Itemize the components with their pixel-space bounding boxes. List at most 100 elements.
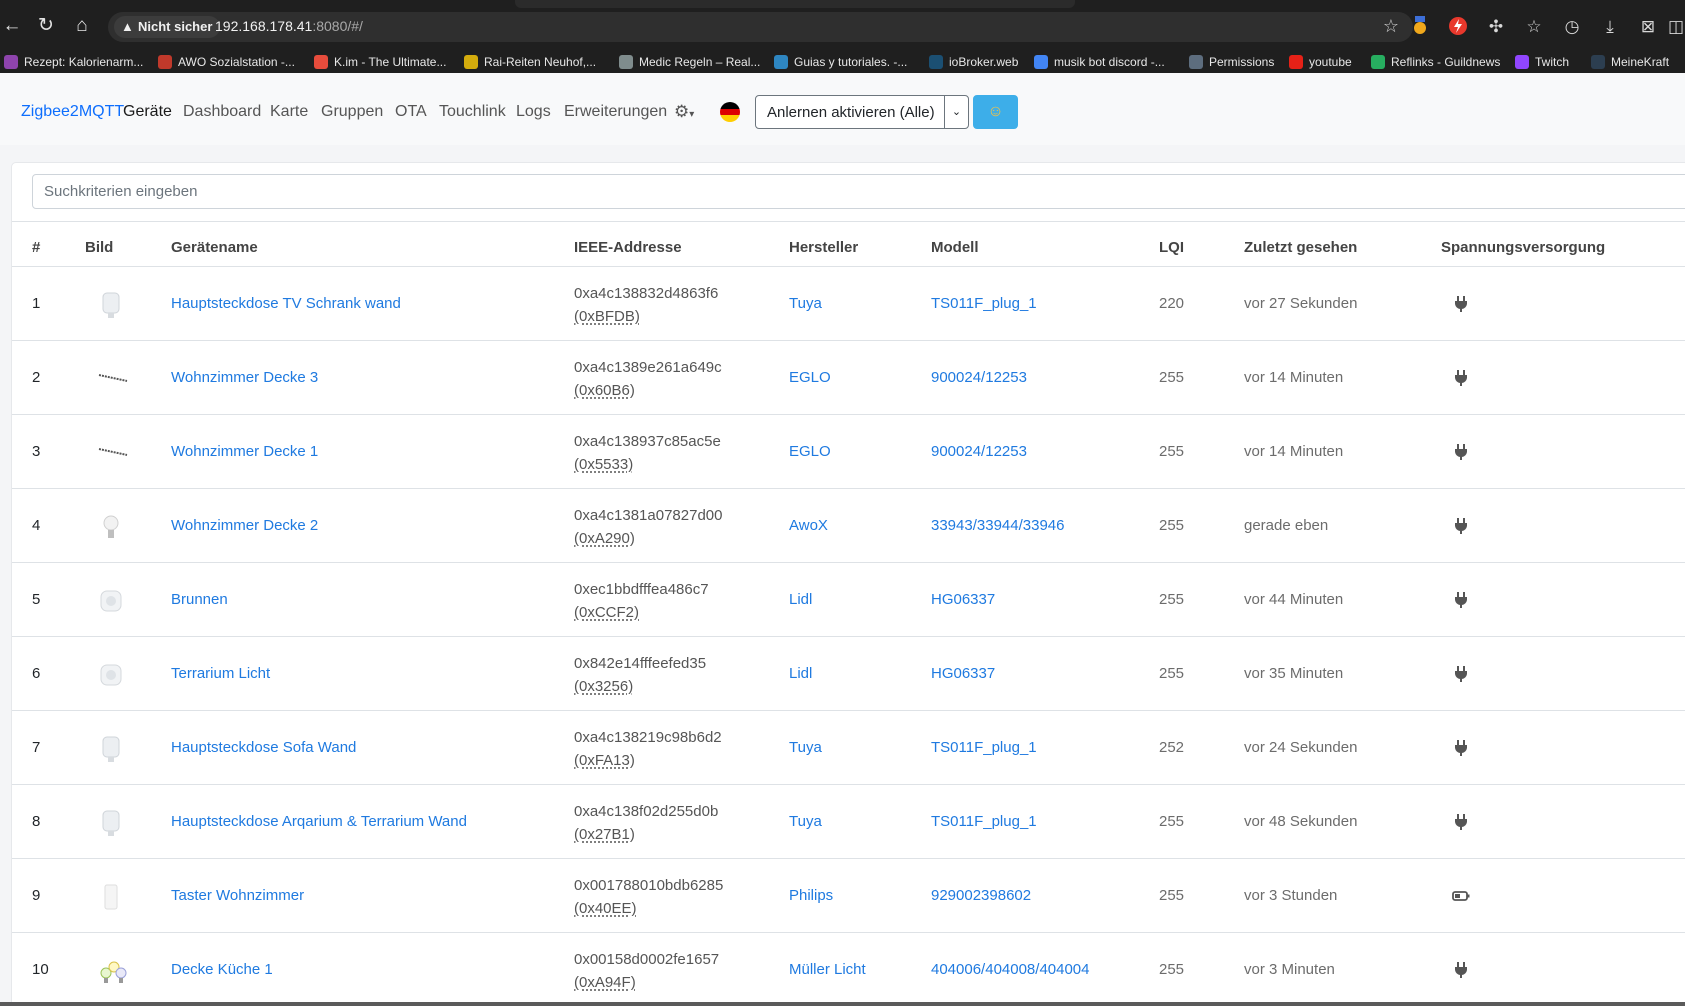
- url-text[interactable]: 192.168.178.41:8080/#/: [215, 18, 363, 34]
- column-header-image[interactable]: Bild: [85, 239, 113, 256]
- model-link[interactable]: TS011F_plug_1: [931, 739, 1037, 756]
- ieee-address: 0xa4c138937c85ac5e (0x5533): [574, 430, 721, 476]
- bookmark-item[interactable]: Medic Regeln – Real...: [619, 54, 760, 71]
- model-link[interactable]: 900024/12253: [931, 443, 1027, 460]
- bookmark-favicon: [464, 55, 478, 69]
- reload-icon[interactable]: ↻: [34, 14, 58, 38]
- device-name-link[interactable]: Hauptsteckdose Arqarium & Terrarium Wand: [171, 813, 467, 830]
- ieee-address-value: 0x001788010bdb6285: [574, 877, 724, 894]
- device-name-link[interactable]: Wohnzimmer Decke 2: [171, 517, 318, 534]
- model-link[interactable]: HG06337: [931, 665, 995, 682]
- column-header-model[interactable]: Modell: [931, 239, 979, 256]
- device-name-link[interactable]: Terrarium Licht: [171, 665, 270, 682]
- column-header-power[interactable]: Spannungsversorgung: [1441, 239, 1605, 256]
- device-name-link[interactable]: Taster Wohnzimmer: [171, 887, 304, 904]
- vendor-link[interactable]: AwoX: [789, 517, 828, 534]
- vendor-link[interactable]: Lidl: [789, 665, 812, 682]
- vendor-link[interactable]: Lidl: [789, 591, 812, 608]
- device-name-link[interactable]: Brunnen: [171, 591, 228, 608]
- vendor-link[interactable]: Müller Licht: [789, 961, 866, 978]
- vendor-link[interactable]: Tuya: [789, 295, 822, 312]
- bookmark-favicon: [1371, 55, 1385, 69]
- nav-link-logs[interactable]: Logs: [516, 103, 551, 121]
- lqi-value: 255: [1159, 591, 1185, 608]
- bookmark-favicon: [929, 55, 943, 69]
- model-link[interactable]: 33943/33944/33946: [931, 517, 1064, 534]
- bookmark-item[interactable]: youtube: [1289, 54, 1352, 71]
- model-link[interactable]: TS011F_plug_1: [931, 813, 1037, 830]
- nav-link-map[interactable]: Karte: [270, 103, 308, 121]
- favorites-icon[interactable]: ☆: [1523, 16, 1545, 38]
- vendor-link[interactable]: EGLO: [789, 369, 831, 386]
- security-chip[interactable]: ▲ Nicht sicher: [114, 16, 221, 38]
- nav-link-touchlink[interactable]: Touchlink: [439, 103, 506, 121]
- downloads-icon[interactable]: ⤓: [1599, 16, 1621, 38]
- vendor-link[interactable]: Tuya: [789, 813, 822, 830]
- bookmark-item[interactable]: K.im - The Ultimate...: [314, 54, 446, 71]
- network-address: (0xA94F): [574, 974, 636, 991]
- network-address: (0x3256): [574, 678, 634, 695]
- model-link[interactable]: 929002398602: [931, 887, 1031, 904]
- device-name-link[interactable]: Hauptsteckdose TV Schrank wand: [171, 295, 401, 312]
- model-link[interactable]: HG06337: [931, 591, 995, 608]
- column-header-number[interactable]: #: [32, 239, 40, 256]
- device-name-link[interactable]: Wohnzimmer Decke 3: [171, 369, 318, 386]
- permit-join-button[interactable]: Anlernen aktivieren (Alle) ⌄: [755, 95, 969, 129]
- nav-link-ota[interactable]: OTA: [395, 103, 427, 121]
- column-header-vendor[interactable]: Hersteller: [789, 239, 858, 256]
- nav-link-extensions[interactable]: Erweiterungen: [564, 103, 667, 121]
- column-header-name[interactable]: Gerätename: [171, 239, 258, 256]
- bookmark-item[interactable]: AWO Sozialstation -...: [158, 54, 295, 71]
- address-bar[interactable]: ▲ Nicht sicher 192.168.178.41:8080/#/ ☆: [108, 12, 1413, 42]
- vendor-link[interactable]: EGLO: [789, 443, 831, 460]
- column-header-last-seen[interactable]: Zuletzt gesehen: [1244, 239, 1357, 256]
- vendor-link[interactable]: Philips: [789, 887, 833, 904]
- extension-red-icon[interactable]: [1447, 16, 1469, 38]
- network-address: (0x27B1): [574, 826, 635, 843]
- bookmark-item[interactable]: MeineKraft: [1591, 54, 1669, 71]
- last-seen-value: vor 14 Minuten: [1244, 443, 1344, 460]
- extensions-puzzle-icon[interactable]: ✣: [1485, 16, 1507, 38]
- last-seen-value: vor 44 Minuten: [1244, 591, 1344, 608]
- language-flag-icon[interactable]: [720, 102, 740, 122]
- bookmark-item[interactable]: Rai-Reiten Neuhof,...: [464, 54, 596, 71]
- column-header-lqi[interactable]: LQI: [1159, 239, 1184, 256]
- extension-badge-icon[interactable]: [1409, 16, 1431, 38]
- bookmark-star-icon[interactable]: ☆: [1383, 16, 1399, 37]
- model-link[interactable]: 900024/12253: [931, 369, 1027, 386]
- screenshot-icon[interactable]: ⊠: [1637, 16, 1659, 38]
- settings-dropdown[interactable]: ⚙▾: [674, 102, 694, 122]
- bookmark-label: AWO Sozialstation -...: [178, 55, 295, 69]
- nav-link-devices[interactable]: Geräte: [123, 103, 172, 121]
- active-tab[interactable]: [515, 0, 1075, 8]
- bookmark-item[interactable]: ioBroker.web: [929, 54, 1018, 71]
- sidebar-icon[interactable]: ◫: [1665, 16, 1685, 38]
- device-name-link[interactable]: Hauptsteckdose Sofa Wand: [171, 739, 356, 756]
- column-header-ieee[interactable]: IEEE-Addresse: [574, 239, 682, 256]
- home-icon[interactable]: ⌂: [70, 14, 94, 38]
- model-link[interactable]: TS011F_plug_1: [931, 295, 1037, 312]
- history-icon[interactable]: ◷: [1561, 16, 1583, 38]
- brand-link[interactable]: Zigbee2MQTT: [21, 103, 124, 121]
- lqi-value: 220: [1159, 295, 1185, 312]
- device-image: [98, 513, 124, 541]
- bookmark-item[interactable]: Rezept: Kalorienarm...: [4, 54, 143, 71]
- bookmark-item[interactable]: Permissions: [1189, 54, 1274, 71]
- bookmark-item[interactable]: musik bot discord -...: [1034, 54, 1165, 71]
- bookmark-item[interactable]: Reflinks - Guildnews: [1371, 54, 1500, 71]
- device-name-link[interactable]: Wohnzimmer Decke 1: [171, 443, 318, 460]
- bookmark-item[interactable]: Twitch: [1515, 54, 1569, 71]
- vendor-link[interactable]: Tuya: [789, 739, 822, 756]
- window-bottom-edge: [0, 1002, 1685, 1006]
- back-icon[interactable]: ←: [0, 14, 24, 38]
- search-input[interactable]: [32, 174, 1685, 209]
- nav-link-groups[interactable]: Gruppen: [321, 103, 383, 121]
- device-image: [98, 439, 128, 467]
- device-name-link[interactable]: Decke Küche 1: [171, 961, 273, 978]
- model-link[interactable]: 404006/404008/404004: [931, 961, 1090, 978]
- nav-link-dashboard[interactable]: Dashboard: [183, 103, 261, 121]
- row-number: 1: [32, 295, 41, 312]
- permit-join-dropdown-toggle[interactable]: ⌄: [944, 96, 968, 128]
- theme-toggle-button[interactable]: ☺: [973, 95, 1018, 129]
- bookmark-item[interactable]: Guias y tutoriales. -...: [774, 54, 907, 71]
